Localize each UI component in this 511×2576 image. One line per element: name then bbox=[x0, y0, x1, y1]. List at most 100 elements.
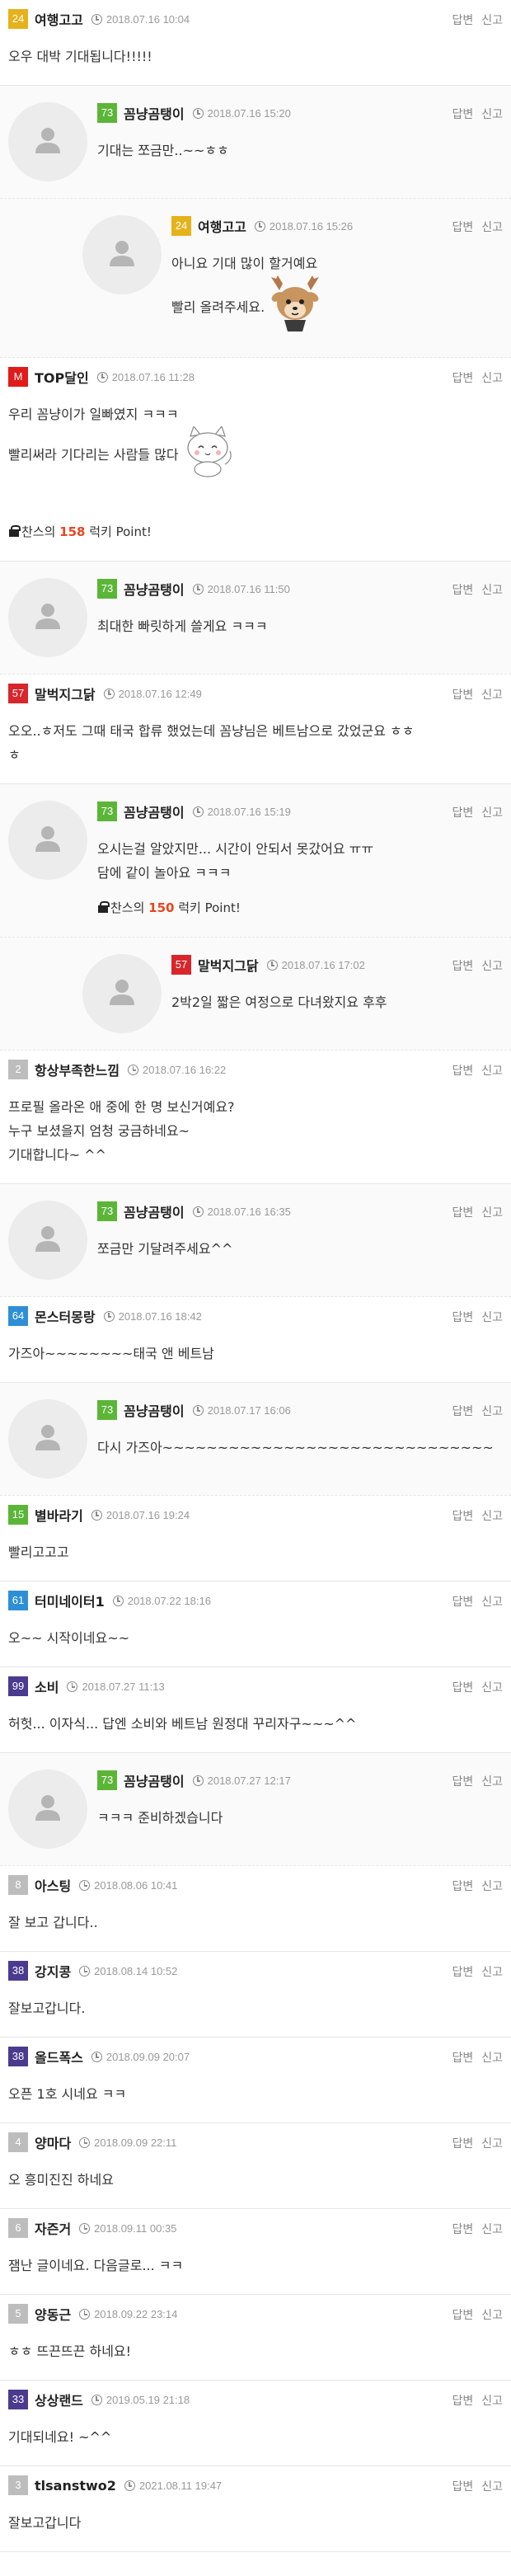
reply-button[interactable]: 답변 bbox=[452, 1878, 473, 1894]
reply-button[interactable]: 답변 bbox=[452, 2478, 473, 2494]
author-nickname[interactable]: 올드폭스 bbox=[35, 2047, 83, 2066]
reply-button[interactable]: 답변 bbox=[452, 957, 473, 974]
report-button[interactable]: 신고 bbox=[481, 2049, 503, 2066]
avatar bbox=[82, 215, 162, 294]
level-badge: 38 bbox=[8, 2047, 28, 2066]
author-nickname[interactable]: 말벅지그닭 bbox=[198, 955, 259, 975]
default-user-icon bbox=[31, 1421, 64, 1457]
reply-button[interactable]: 답변 bbox=[452, 1773, 473, 1789]
reply-button[interactable]: 답변 bbox=[452, 686, 473, 703]
report-button[interactable]: 신고 bbox=[481, 957, 503, 974]
author-nickname[interactable]: 양마다 bbox=[35, 2132, 71, 2152]
clock-icon bbox=[91, 13, 102, 25]
report-button[interactable]: 신고 bbox=[481, 369, 503, 386]
author-nickname[interactable]: 양동근 bbox=[35, 2304, 71, 2324]
comment-actions: 답변 신고 bbox=[452, 2135, 503, 2151]
clock-icon bbox=[192, 1404, 204, 1416]
author-nickname[interactable]: 꼼냥곰탱이 bbox=[124, 103, 185, 123]
clock-icon bbox=[79, 2308, 91, 2320]
author-nickname[interactable]: 말벅지그닭 bbox=[35, 684, 96, 703]
author-nickname[interactable]: TOP달인 bbox=[35, 367, 89, 387]
author-nickname[interactable]: 터미네이터1 bbox=[35, 1591, 105, 1610]
report-button[interactable]: 신고 bbox=[481, 1403, 503, 1419]
reply-button[interactable]: 답변 bbox=[452, 2049, 473, 2066]
report-button[interactable]: 신고 bbox=[481, 2135, 503, 2151]
reply-button[interactable]: 답변 bbox=[452, 804, 473, 820]
comment-list: 24 여행고고 2018.07.16 10:04 답변 신고 오우 대박 기대됩니다!!!… bbox=[0, 0, 511, 2552]
author-nickname[interactable]: 아스팅 bbox=[35, 1875, 71, 1895]
reply-button[interactable]: 답변 bbox=[452, 1309, 473, 1325]
reply-button[interactable]: 답변 bbox=[452, 106, 473, 122]
author-nickname[interactable]: 별바라기 bbox=[35, 1505, 83, 1525]
report-button[interactable]: 신고 bbox=[481, 804, 503, 820]
comment-actions: 답변 신고 bbox=[452, 686, 503, 703]
author-nickname[interactable]: 꼼냥곰탱이 bbox=[124, 801, 185, 821]
reply-button[interactable]: 답변 bbox=[452, 2135, 473, 2151]
author-nickname[interactable]: 자즌거 bbox=[35, 2218, 71, 2238]
author-nickname[interactable]: 꼼냥곰탱이 bbox=[124, 1770, 185, 1790]
reply-button[interactable]: 답변 bbox=[452, 1403, 473, 1419]
reply-button[interactable]: 답변 bbox=[452, 1963, 473, 1980]
author-nickname[interactable]: 항상부족한느낌 bbox=[35, 1060, 120, 1079]
report-button[interactable]: 신고 bbox=[481, 1507, 503, 1524]
reply-button[interactable]: 답변 bbox=[452, 12, 473, 28]
report-button[interactable]: 신고 bbox=[481, 1773, 503, 1789]
report-button[interactable]: 신고 bbox=[481, 581, 503, 598]
comment-header: 64 몬스터몽랑 2018.07.16 18:42 bbox=[8, 1305, 503, 1327]
reply-button[interactable]: 답변 bbox=[452, 1507, 473, 1524]
author-nickname[interactable]: 꼼냥곰탱이 bbox=[124, 1201, 185, 1221]
clock-icon bbox=[79, 2136, 91, 2148]
report-button[interactable]: 신고 bbox=[481, 2306, 503, 2323]
reply-button[interactable]: 답변 bbox=[452, 2392, 473, 2409]
author-nickname[interactable]: tlsanstwo2 bbox=[35, 2478, 116, 2494]
author-nickname[interactable]: 여행고고 bbox=[198, 216, 246, 236]
author-nickname[interactable]: 소비 bbox=[35, 1676, 59, 1696]
comment-header: 73 꼼냥곰탱이 2018.07.16 15:20 bbox=[97, 102, 503, 124]
author-nickname[interactable]: 꼼냥곰탱이 bbox=[124, 579, 185, 599]
level-badge: 73 bbox=[97, 1400, 117, 1420]
report-button[interactable]: 신고 bbox=[481, 219, 503, 235]
report-button[interactable]: 신고 bbox=[481, 2478, 503, 2494]
comment-text-line: 오픈 1호 시네요 ㅋㅋ bbox=[8, 2082, 503, 2106]
report-button[interactable]: 신고 bbox=[481, 1679, 503, 1695]
reply-button[interactable]: 답변 bbox=[452, 2306, 473, 2323]
report-button[interactable]: 신고 bbox=[481, 1963, 503, 1980]
clock-icon bbox=[103, 1310, 115, 1322]
author-nickname[interactable]: 강지콩 bbox=[35, 1961, 71, 1981]
clock-icon bbox=[192, 1775, 204, 1786]
comment-text: 우리 꼼냥이가 일빠였지 ㅋㅋㅋ bbox=[8, 407, 179, 422]
comment-header: 5 양동근 2018.09.22 23:14 bbox=[8, 2303, 503, 2325]
comment-text-line: 아니요 기대 많이 할거예요 bbox=[171, 251, 503, 275]
comment-body: 가즈아~~~~~~~~태국 앤 베트남 bbox=[8, 1342, 503, 1366]
report-button[interactable]: 신고 bbox=[481, 2221, 503, 2237]
report-button[interactable]: 신고 bbox=[481, 1878, 503, 1894]
comment-header: 38 올드폭스 2018.09.09 20:07 bbox=[8, 2046, 503, 2067]
avatar bbox=[8, 801, 87, 880]
report-button[interactable]: 신고 bbox=[481, 686, 503, 703]
report-button[interactable]: 신고 bbox=[481, 1309, 503, 1325]
comment-text: 담에 같이 놀아요 ㅋㅋㅋ bbox=[97, 865, 232, 881]
reply-button[interactable]: 답변 bbox=[452, 369, 473, 386]
comment-body: 허헛... 이자식... 답엔 소비와 베트남 원정대 꾸리자구~~~^^ bbox=[8, 1712, 503, 1736]
reply-button[interactable]: 답변 bbox=[452, 2221, 473, 2237]
reply-button[interactable]: 답변 bbox=[452, 1062, 473, 1079]
report-button[interactable]: 신고 bbox=[481, 12, 503, 28]
deer-emoticon-icon bbox=[265, 275, 326, 341]
comment-body: 잘 보고 갑니다.. bbox=[8, 1911, 503, 1934]
avatar bbox=[8, 102, 87, 181]
author-nickname[interactable]: 상상랜드 bbox=[35, 2390, 83, 2409]
report-button[interactable]: 신고 bbox=[481, 1593, 503, 1610]
report-button[interactable]: 신고 bbox=[481, 1204, 503, 1220]
reply-button[interactable]: 답변 bbox=[452, 1204, 473, 1220]
report-button[interactable]: 신고 bbox=[481, 1062, 503, 1079]
report-button[interactable]: 신고 bbox=[481, 2392, 503, 2409]
reply-button[interactable]: 답변 bbox=[452, 219, 473, 235]
author-nickname[interactable]: 여행고고 bbox=[35, 9, 83, 29]
author-nickname[interactable]: 꼼냥곰탱이 bbox=[124, 1400, 185, 1420]
reply-button[interactable]: 답변 bbox=[452, 1593, 473, 1610]
author-nickname[interactable]: 몬스터몽랑 bbox=[35, 1306, 96, 1326]
reply-button[interactable]: 답변 bbox=[452, 581, 473, 598]
report-button[interactable]: 신고 bbox=[481, 106, 503, 122]
reply-button[interactable]: 답변 bbox=[452, 1679, 473, 1695]
clock-icon bbox=[266, 959, 278, 971]
